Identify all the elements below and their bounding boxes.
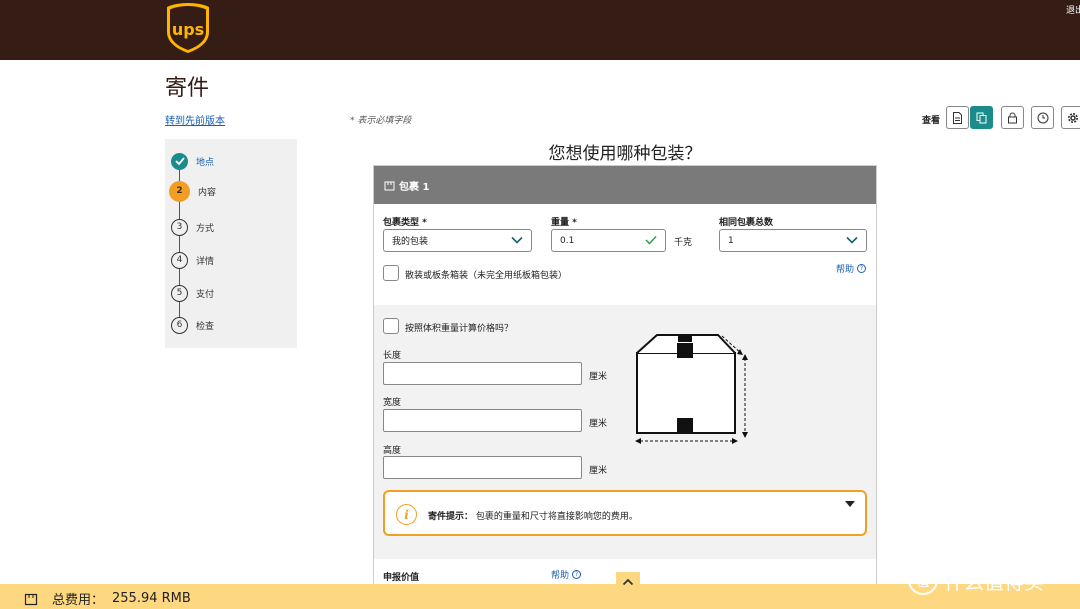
- package-type-value: 我的包装: [392, 237, 429, 247]
- clock-icon: [1037, 112, 1048, 123]
- step-location[interactable]: 地点: [171, 151, 214, 171]
- package-icon: [24, 593, 38, 605]
- declared-value-label: 申报价值: [383, 573, 420, 583]
- copy-icon: [976, 112, 987, 123]
- height-label: 高度: [383, 446, 402, 456]
- step-label: 检查: [196, 321, 215, 332]
- checkmark-icon: [171, 152, 188, 170]
- width-unit: 厘米: [589, 419, 608, 429]
- gear-icon: [1067, 112, 1078, 123]
- height-unit: 厘米: [589, 466, 608, 476]
- package-type-select[interactable]: 我的包装: [383, 229, 532, 252]
- width-label: 宽度: [383, 398, 402, 408]
- valid-check-icon: [645, 235, 657, 245]
- package-panel: 包裹 1 包裹类型 * 我的包装 重量 * 0.1 千克 相同包裹总数 1 散装…: [373, 165, 877, 596]
- step-review: 6 检查: [171, 315, 214, 335]
- view-label: 查看: [922, 116, 941, 126]
- help-label: 帮助: [551, 571, 570, 581]
- weight-value: 0.1: [560, 235, 575, 246]
- view-clock-button[interactable]: [1031, 106, 1054, 129]
- length-unit: 厘米: [589, 372, 608, 382]
- help-icon: ?: [572, 570, 582, 579]
- loose-packaging-checkbox[interactable]: [383, 265, 399, 281]
- scroll-up-button[interactable]: [616, 572, 640, 592]
- total-cost: 总费用： 255.94 RMB: [24, 589, 191, 608]
- tip-title: 寄件提示：: [428, 512, 474, 522]
- svg-text:ups: ups: [172, 20, 204, 39]
- box-dimensions-illustration: [635, 334, 748, 444]
- prev-version-link[interactable]: 转到先前版本: [165, 112, 225, 127]
- view-lock-button[interactable]: [1001, 106, 1024, 129]
- top-bar: ups 退出: [0, 0, 1080, 60]
- help-link[interactable]: 帮助?: [836, 262, 867, 275]
- lock-icon: [1008, 112, 1017, 123]
- step-details: 4 详情: [171, 250, 214, 270]
- step-label: 地点: [196, 157, 215, 168]
- watermark-text: 什么值得买: [944, 569, 1044, 594]
- declared-help-link[interactable]: 帮助?: [551, 568, 582, 581]
- required-note: * 表示必填字段: [350, 116, 412, 126]
- step-number: 6: [171, 316, 188, 334]
- package-title: 包裹 1: [399, 181, 430, 193]
- help-icon: ?: [857, 264, 867, 273]
- progress-sidebar: 地点 2 内容 3 方式 4 详情 5 支付 6 检查: [165, 139, 297, 348]
- step-label: 方式: [196, 223, 215, 234]
- width-input[interactable]: [383, 409, 582, 432]
- dim-weight-label: 按照体积重量计算价格吗？: [405, 324, 514, 334]
- page-title: 寄件: [165, 76, 210, 101]
- step-method: 3 方式: [171, 217, 214, 237]
- weight-input[interactable]: 0.1: [551, 229, 666, 252]
- tip-text: 寄件提示： 包裹的重量和尺寸将直接影响您的费用。: [428, 509, 638, 522]
- info-icon: i: [396, 504, 417, 525]
- package-count-select[interactable]: 1: [719, 229, 867, 252]
- height-input[interactable]: [383, 456, 582, 479]
- loose-packaging-label: 散装或板条箱装（未完全用纸板箱包装）: [405, 271, 568, 281]
- chevron-up-icon: [622, 578, 634, 586]
- package-header: 包裹 1: [374, 166, 876, 204]
- package-icon: [384, 181, 395, 190]
- package-count-value: 1: [728, 235, 734, 246]
- settings-button[interactable]: [1061, 106, 1080, 129]
- step-label: 支付: [196, 289, 215, 300]
- step-contents[interactable]: 2 内容: [169, 180, 217, 202]
- view-copy-button[interactable]: [970, 106, 993, 129]
- weight-unit: 千克: [674, 238, 693, 248]
- step-payment: 5 支付: [171, 283, 214, 303]
- logout-link[interactable]: 退出: [1066, 3, 1080, 16]
- length-label: 长度: [383, 351, 402, 361]
- watermark: 值 什么值得买: [908, 565, 1044, 595]
- packaging-question: 您想使用哪种包装？: [548, 144, 702, 164]
- view-document-button[interactable]: [946, 106, 969, 129]
- help-label: 帮助: [836, 265, 855, 275]
- watermark-logo-icon: 值: [908, 565, 938, 595]
- step-number: 2: [169, 180, 190, 202]
- package-type-label: 包裹类型 *: [383, 218, 427, 228]
- package-count-label: 相同包裹总数: [719, 218, 774, 228]
- dim-weight-checkbox[interactable]: [383, 318, 399, 334]
- document-icon: [953, 111, 962, 124]
- step-number: 4: [171, 251, 188, 269]
- chevron-down-icon: [511, 236, 523, 244]
- step-number: 5: [171, 284, 188, 302]
- ups-logo[interactable]: ups: [166, 2, 210, 54]
- length-input[interactable]: [383, 362, 582, 385]
- weight-label: 重量 *: [551, 218, 577, 228]
- step-label: 内容: [198, 187, 217, 198]
- caret-down-icon[interactable]: [845, 501, 855, 507]
- cost-value: 255.94 RMB: [112, 591, 191, 606]
- step-label: 详情: [196, 256, 215, 267]
- cost-label: 总费用：: [52, 593, 105, 608]
- shipping-tip[interactable]: i 寄件提示： 包裹的重量和尺寸将直接影响您的费用。: [383, 490, 867, 536]
- chevron-down-icon: [846, 236, 858, 244]
- step-number: 3: [171, 218, 188, 236]
- tip-message: 包裹的重量和尺寸将直接影响您的费用。: [475, 512, 638, 522]
